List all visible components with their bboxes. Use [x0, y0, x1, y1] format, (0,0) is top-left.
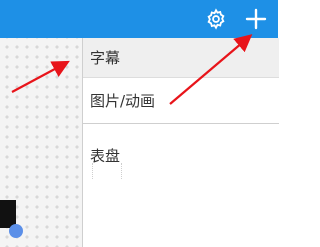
plus-icon[interactable]: [244, 7, 268, 31]
add-element-menu: 字幕 图片/动画 表盘: [82, 38, 279, 247]
menu-item-image-animation[interactable]: 图片/动画: [83, 79, 279, 124]
menu-item-subtitle[interactable]: 字幕: [83, 38, 279, 78]
gear-icon[interactable]: [205, 8, 227, 30]
top-toolbar: [0, 0, 278, 38]
dotted-canvas[interactable]: [0, 38, 82, 247]
blue-handle-dot[interactable]: [9, 224, 23, 238]
text-cursor-mark: [92, 163, 122, 179]
